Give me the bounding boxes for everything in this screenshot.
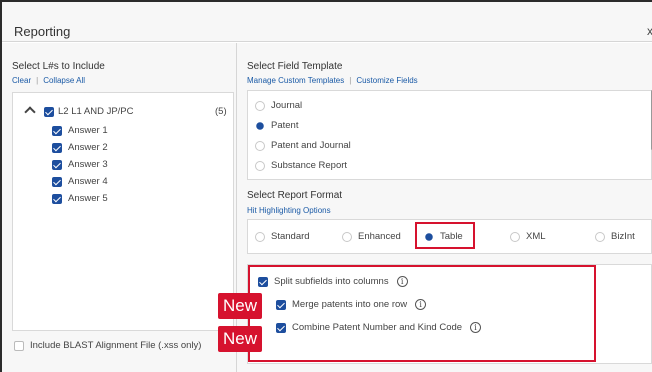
hit-highlighting-link[interactable]: Hit Highlighting Options xyxy=(247,206,331,215)
merge-patents-row[interactable]: Merge patents into one row i xyxy=(276,299,427,310)
field-template-links: Manage Custom Templates | Customize Fields xyxy=(247,76,418,85)
answer-item[interactable]: Answer 3 xyxy=(52,159,108,170)
info-icon[interactable]: i xyxy=(470,322,482,333)
left-links: Clear | Collapse All xyxy=(12,76,86,85)
combine-patent-label: Combine Patent Number and Kind Code xyxy=(292,322,463,333)
format-option-bizint[interactable]: BizInt xyxy=(595,231,635,242)
radio-selected-icon[interactable] xyxy=(255,120,265,131)
tree-query-label: L2 L1 AND JP/PC xyxy=(58,106,134,117)
checkbox-checked-icon[interactable] xyxy=(44,106,54,117)
close-icon[interactable]: x xyxy=(647,24,652,38)
select-l-heading: Select L#s to Include xyxy=(12,61,105,72)
split-subfields-label: Split subfields into columns xyxy=(274,276,389,287)
answer-item[interactable]: Answer 4 xyxy=(52,176,108,187)
field-template-heading: Select Field Template xyxy=(247,61,343,72)
answer-tree xyxy=(12,92,234,331)
template-option-patent-journal[interactable]: Patent and Journal xyxy=(255,140,351,151)
checkbox-checked-icon[interactable] xyxy=(276,322,286,333)
format-option-standard[interactable]: Standard xyxy=(255,231,310,242)
checkbox-checked-icon[interactable] xyxy=(52,142,62,153)
new-badge: New xyxy=(218,326,262,352)
checkbox-checked-icon[interactable] xyxy=(52,193,62,204)
dialog-titlebar: Reporting x xyxy=(2,2,652,42)
radio-unselected-icon[interactable] xyxy=(510,231,520,242)
report-format-heading: Select Report Format xyxy=(247,190,343,201)
dialog-title: Reporting xyxy=(14,24,71,39)
checkbox-checked-icon[interactable] xyxy=(52,125,62,136)
answer-item[interactable]: Answer 2 xyxy=(52,142,108,153)
radio-unselected-icon[interactable] xyxy=(255,160,265,171)
checkbox-checked-icon[interactable] xyxy=(258,276,268,287)
checkbox-checked-icon[interactable] xyxy=(276,299,286,310)
format-option-enhanced[interactable]: Enhanced xyxy=(342,231,401,242)
merge-patents-label: Merge patents into one row xyxy=(292,299,408,310)
split-subfields-row[interactable]: Split subfields into columns i xyxy=(258,276,408,287)
combine-patent-row[interactable]: Combine Patent Number and Kind Code i xyxy=(276,322,482,333)
answer-item[interactable]: Answer 1 xyxy=(52,125,108,136)
template-option-journal[interactable]: Journal xyxy=(255,100,302,111)
info-icon[interactable]: i xyxy=(396,276,408,287)
clear-link[interactable]: Clear xyxy=(12,76,31,85)
new-badge: New xyxy=(218,293,262,319)
customize-fields-link[interactable]: Customize Fields xyxy=(356,76,417,85)
template-option-substance[interactable]: Substance Report xyxy=(255,160,347,171)
manage-templates-link[interactable]: Manage Custom Templates xyxy=(247,76,344,85)
blast-option-label: Include BLAST Alignment File (.xss only) xyxy=(30,340,202,351)
tree-count: (5) xyxy=(215,106,227,117)
template-option-patent[interactable]: Patent xyxy=(255,120,298,131)
radio-selected-icon[interactable] xyxy=(424,231,434,242)
checkbox-checked-icon[interactable] xyxy=(52,159,62,170)
radio-unselected-icon[interactable] xyxy=(255,231,265,242)
radio-unselected-icon[interactable] xyxy=(255,140,265,151)
radio-unselected-icon[interactable] xyxy=(255,100,265,111)
tree-query-row[interactable]: L2 L1 AND JP/PC xyxy=(44,106,134,117)
blast-option-row[interactable]: Include BLAST Alignment File (.xss only) xyxy=(14,340,201,351)
answer-item[interactable]: Answer 5 xyxy=(52,193,108,204)
checkbox-checked-icon[interactable] xyxy=(52,176,62,187)
collapse-all-link[interactable]: Collapse All xyxy=(43,76,85,85)
radio-unselected-icon[interactable] xyxy=(342,231,352,242)
format-option-xml[interactable]: XML xyxy=(510,231,546,242)
format-option-table[interactable]: Table xyxy=(424,231,463,242)
radio-unselected-icon[interactable] xyxy=(595,231,605,242)
checkbox-unchecked-icon[interactable] xyxy=(14,340,24,351)
info-icon[interactable]: i xyxy=(415,299,427,310)
